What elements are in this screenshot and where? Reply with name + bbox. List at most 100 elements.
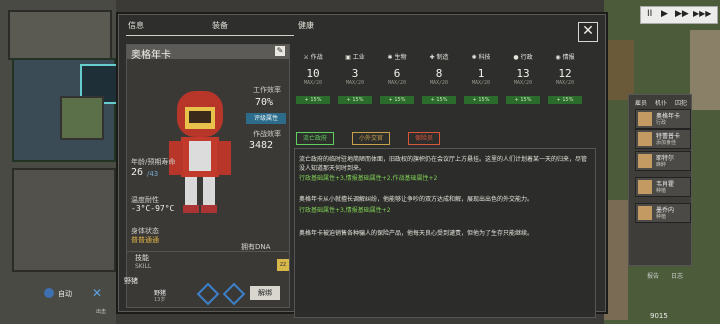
sword-icon: ⚔: [303, 54, 309, 61]
report-label[interactable]: 报告: [647, 271, 659, 280]
combat-efficiency-value: 3482: [249, 140, 274, 151]
character-name: 奥格年卡: [131, 50, 171, 61]
fast-forward-button[interactable]: ▶▶: [675, 9, 689, 19]
description-bonus-2: 行政基础属性+3,情报基础属性+2: [299, 207, 391, 214]
character-card: 奥格年卡 ✎ 工作效率 70% 评级属性 作战效率 3482 年龄/预期寿命 2…: [126, 44, 290, 308]
crew-item[interactable]: 韦肖霍 种植: [635, 177, 691, 197]
description-box: 流亡政府的临时驻地简陋而体面，旧政权的旗帜仍在会议厅上方悬挂。这里的人们计划着某…: [294, 148, 596, 318]
character-info-panel: 信息 装备 健康 ✕ 奥格年卡 ✎ 工作效率 70% 评级属性 作战效率 348…: [116, 12, 608, 318]
crew-item[interactable]: 特蕾普卡 添加食佳: [635, 129, 691, 149]
combat-efficiency-label: 作战效率: [253, 130, 281, 138]
attribute-value: 3: [351, 67, 359, 80]
attribute-column: ◉ 情报 12 MAX/20 + 15%: [546, 52, 584, 104]
tab-health[interactable]: 健康: [298, 20, 314, 31]
trait-exile-government[interactable]: 流亡政府: [296, 132, 335, 145]
crew-role: 行政: [656, 120, 667, 126]
slot-icon[interactable]: [196, 282, 220, 306]
crew-role: 种植: [656, 214, 667, 220]
edit-icon[interactable]: ✎: [275, 46, 285, 56]
play-button[interactable]: ▶: [661, 9, 668, 19]
deploy-icon[interactable]: ✕: [92, 286, 106, 300]
paw-icon: ✱: [387, 54, 393, 61]
body-status-value: 普普通通: [131, 236, 159, 244]
close-button[interactable]: ✕: [578, 22, 598, 42]
log-label[interactable]: 日志: [671, 271, 683, 280]
avatar: [638, 206, 652, 220]
pet-age: 13岁: [154, 297, 166, 303]
crew-item[interactable]: 耶特尔 麻醉: [635, 151, 691, 171]
attribute-bonus: + 15%: [464, 96, 498, 104]
trait-small-diplomat[interactable]: 小外交官: [352, 132, 391, 145]
attribute-max: MAX/20: [513, 80, 533, 86]
attribute-bonus: + 15%: [506, 96, 540, 104]
attribute-max: MAX/20: [303, 80, 323, 86]
attribute-max: MAX/20: [387, 80, 407, 86]
auto-icon[interactable]: [44, 288, 54, 298]
attribute-column: ✱ 生物 6 MAX/20 + 15%: [378, 52, 416, 104]
attribute-label: ● 行政: [513, 54, 533, 61]
age-value: 26: [131, 167, 144, 178]
tab-employees[interactable]: 雇员: [635, 98, 647, 107]
age-label: 年龄/预期寿命: [131, 158, 176, 166]
attribute-max: MAX/20: [471, 80, 491, 86]
coordinate-readout: 9015: [650, 312, 668, 320]
factory-icon: ▣: [345, 54, 351, 61]
work-efficiency-value: 70%: [255, 97, 274, 108]
avatar: [638, 154, 652, 168]
tab-servitors[interactable]: 机仆: [655, 98, 667, 107]
description-paragraph-3: 奥格年卡被迫销售各种骗人的保险产品，他每天良心受到谴责，但他为了生存只能继续。: [299, 230, 534, 237]
tab-equipment-underline: [210, 35, 294, 36]
attribute-value: 10: [306, 67, 320, 80]
attribute-label: ✺ 科技: [471, 54, 491, 61]
tab-prisoners[interactable]: 囚犯: [675, 98, 687, 107]
divider: [127, 251, 289, 252]
eye-icon: ◉: [555, 54, 561, 61]
slot-icon[interactable]: [222, 282, 246, 306]
description-paragraph-2: 奥格年卡从小就擅长调解纠纷，他能够让争吵的双方达成和解，展现出出色的外交能力。: [299, 196, 534, 203]
crew-item[interactable]: 奥格年卡 行政: [635, 109, 691, 129]
pause-button[interactable]: II: [647, 9, 652, 19]
avatar: [638, 180, 652, 194]
attribute-max: MAX/20: [429, 80, 449, 86]
temperature-value: -3°C-97°C: [131, 204, 175, 213]
fastest-forward-button[interactable]: ▶▶▶: [693, 9, 711, 18]
evaluate-attributes-button[interactable]: 评级属性: [246, 113, 286, 124]
bulb-icon: ●: [513, 54, 519, 61]
unbind-button[interactable]: 解绑: [250, 286, 280, 300]
tab-equipment[interactable]: 装备: [212, 20, 228, 31]
sleep-skill-icon[interactable]: zz: [277, 259, 289, 271]
description-paragraph-1: 流亡政府的临时驻地简陋而体面，旧政权的旗帜仍在会议厅上方悬挂。这里的人们计划着某…: [299, 156, 588, 172]
tab-info-underline: [126, 35, 210, 36]
attribute-label: ◉ 情报: [555, 54, 575, 61]
attribute-column: ✺ 科技 1 MAX/20 + 15%: [462, 52, 500, 104]
attribute-label: ⚔ 作战: [303, 54, 323, 61]
pet-row: 野猪 野猪 13岁 解绑: [124, 276, 284, 306]
attribute-bonus: + 15%: [422, 96, 456, 104]
attribute-max: MAX/20: [555, 80, 575, 86]
crew-list-panel: 雇员 机仆 囚犯 奥格年卡 行政 特蕾普卡 添加食佳 耶特尔 麻醉 韦肖霍 种植 墨乔内…: [628, 94, 692, 280]
trait-insurance-agent[interactable]: 保险员: [408, 132, 441, 145]
attribute-value: 6: [393, 67, 401, 80]
attribute-value: 8: [435, 67, 443, 80]
attribute-bonus: + 15%: [338, 96, 372, 104]
panel-tabs: 信息 装备 健康: [118, 14, 606, 38]
crew-item[interactable]: 墨乔内 种植: [635, 203, 691, 223]
crew-role: 麻醉: [656, 162, 667, 168]
attribute-max: MAX/20: [345, 80, 365, 86]
attribute-columns: ⚔ 作战 10 MAX/20 + 15% ▣ 工业 3 MAX/20 + 15% ✱ 生物 6 MA…: [294, 52, 598, 108]
description-bonus-1: 行政基础属性+3,情报基础属性+2,作战基础属性+2: [299, 175, 438, 182]
character-portrait: [169, 91, 231, 213]
tab-info[interactable]: 信息: [128, 20, 144, 31]
atom-icon: ✺: [471, 54, 477, 61]
attribute-bonus: + 15%: [380, 96, 414, 104]
tools-icon: ✚: [429, 54, 435, 61]
skills-label: 技能: [135, 254, 149, 262]
attribute-column: ● 行政 13 MAX/20 + 15%: [504, 52, 542, 104]
attribute-column: ✚ 制造 8 MAX/20 + 15%: [420, 52, 458, 104]
deploy-label[interactable]: 出击: [96, 308, 106, 315]
attribute-value: 1: [477, 67, 485, 80]
attribute-value: 13: [516, 67, 530, 80]
pet-label: 野猪: [124, 277, 138, 285]
age-max: /43: [147, 170, 159, 178]
auto-label[interactable]: 自动: [58, 289, 72, 299]
